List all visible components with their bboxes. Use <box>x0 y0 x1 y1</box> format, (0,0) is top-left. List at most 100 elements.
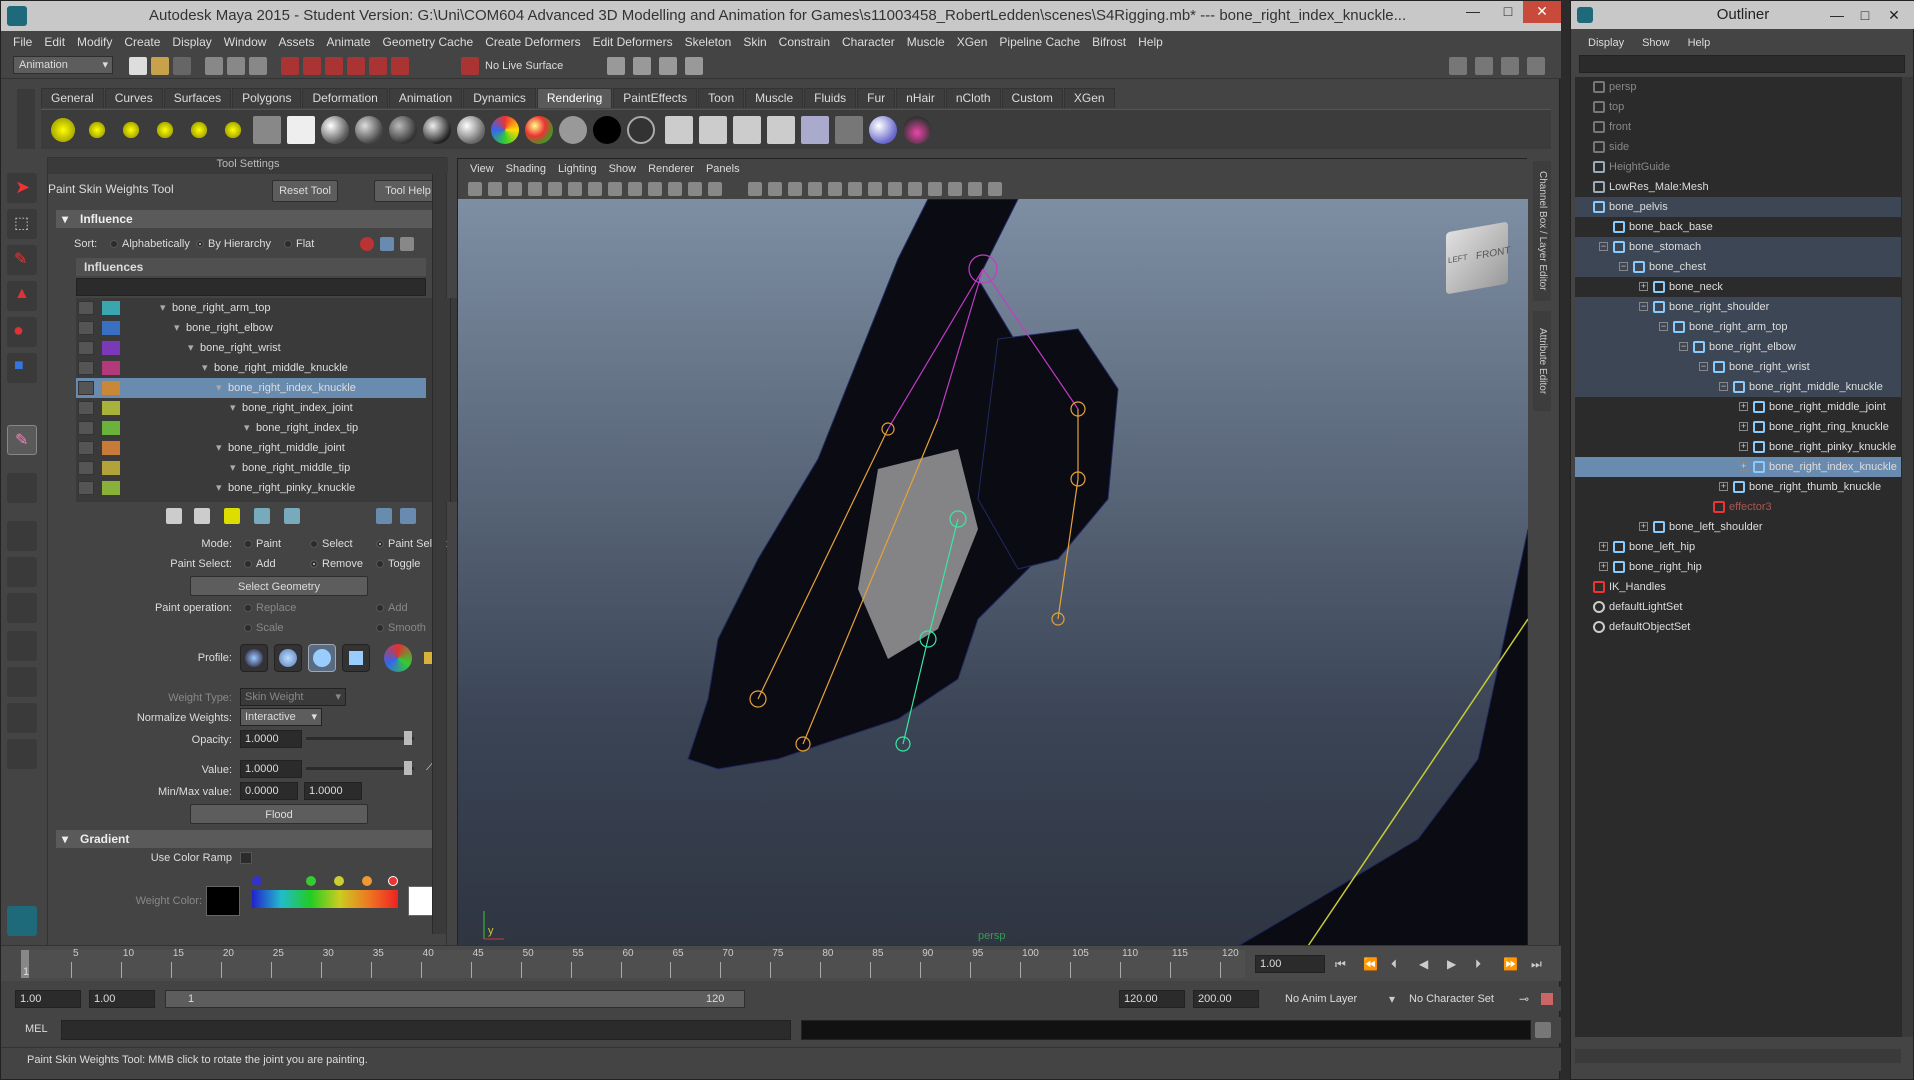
opacity-slider-handle[interactable] <box>404 731 412 745</box>
film-gate-icon[interactable] <box>608 182 622 196</box>
shelf-tab-toon[interactable]: Toon <box>698 88 745 108</box>
lock-icon[interactable] <box>78 421 94 435</box>
solid-brush-icon[interactable] <box>308 644 336 672</box>
lock-icon[interactable] <box>78 441 94 455</box>
shelf-tab-nhair[interactable]: nHair <box>896 88 945 108</box>
max-value-field[interactable]: 1.0000 <box>304 782 362 800</box>
select-camera-icon[interactable] <box>468 182 482 196</box>
show-manipulator-icon[interactable] <box>7 473 37 503</box>
menu-file[interactable]: File <box>7 35 38 49</box>
attribute-editor-tab[interactable]: Attribute Editor <box>1533 311 1551 411</box>
influence-row[interactable]: ▾ bone_right_pinky_knuckle <box>76 478 426 498</box>
influence-row[interactable]: ▾ bone_right_arm_top <box>76 298 426 318</box>
surface-shader-icon[interactable] <box>559 116 587 144</box>
paint-select-tool-icon[interactable]: ✎ <box>7 245 37 275</box>
move-weights-icon[interactable] <box>254 508 270 524</box>
phonge-material-icon[interactable] <box>389 116 417 144</box>
paint-op-replace-radio[interactable]: Replace <box>244 602 296 614</box>
weight-hammer-icon[interactable] <box>224 508 240 524</box>
paint-op-add-radio[interactable]: Add <box>376 602 408 614</box>
expand-icon[interactable]: + <box>1739 462 1748 471</box>
gaussian-brush-icon[interactable] <box>240 644 268 672</box>
reset-influences-icon[interactable] <box>360 237 374 251</box>
expand-icon[interactable]: + <box>1719 482 1728 491</box>
influence-row[interactable]: ▾ bone_right_elbow <box>76 318 426 338</box>
menu-display[interactable]: Display <box>166 35 217 49</box>
paint-select-toggle-radio[interactable]: Toggle <box>376 558 420 570</box>
collapse-icon[interactable]: − <box>1599 242 1608 251</box>
custom-brush-icon[interactable] <box>384 644 412 672</box>
shelf-tab-polygons[interactable]: Polygons <box>232 88 302 108</box>
shelf-tab-painteffects[interactable]: PaintEffects <box>613 88 698 108</box>
persp-outliner-layout-icon[interactable] <box>7 593 37 623</box>
xray-icon[interactable] <box>948 182 962 196</box>
tree-view-icon[interactable] <box>400 508 416 524</box>
menu-modify[interactable]: Modify <box>71 35 118 49</box>
persp-graph-layout-icon[interactable] <box>7 631 37 661</box>
list-view-icon[interactable] <box>376 508 392 524</box>
menu-xgen[interactable]: XGen <box>951 35 994 49</box>
collapse-icon[interactable]: − <box>1639 302 1648 311</box>
influence-list-icon[interactable] <box>380 237 394 251</box>
outliner-item[interactable]: + bone_right_index_knuckle <box>1575 457 1901 477</box>
camera-icon[interactable] <box>253 116 281 144</box>
shelf-tab-rendering[interactable]: Rendering <box>536 88 613 108</box>
textured-icon[interactable] <box>808 182 822 196</box>
viewport-menu-shading[interactable]: Shading <box>500 163 552 175</box>
wireframe-on-shaded-icon[interactable] <box>788 182 802 196</box>
snap-point-icon[interactable] <box>325 57 343 75</box>
outliner-item[interactable]: + bone_left_hip <box>1575 537 1901 557</box>
chevron-down-icon[interactable]: ▾ <box>1389 993 1395 1005</box>
show-influences-icon[interactable] <box>284 508 300 524</box>
paint-select-add-radio[interactable]: Add <box>244 558 276 570</box>
collapse-icon[interactable]: − <box>1699 362 1708 371</box>
outliner-item[interactable]: + bone_right_hip <box>1575 557 1901 577</box>
render-settings-icon[interactable] <box>685 57 703 75</box>
shelf-tab-xgen[interactable]: XGen <box>1063 88 1115 108</box>
layered-shader-icon[interactable] <box>457 116 485 144</box>
menu-help[interactable]: Help <box>1132 35 1169 49</box>
ipr-render-icon[interactable] <box>659 57 677 75</box>
render-settings-shelf-icon[interactable] <box>767 116 795 144</box>
viewport-canvas[interactable]: persp y FRONT LEFT <box>458 199 1528 946</box>
open-scene-icon[interactable] <box>151 57 169 75</box>
start-time-field[interactable]: 1.00 <box>15 990 81 1008</box>
render-view-shelf-icon[interactable] <box>665 116 693 144</box>
collapse-arrow-icon[interactable]: ▾ <box>160 298 166 318</box>
mode-select-radio[interactable]: Select <box>310 538 353 550</box>
lock-icon[interactable] <box>78 481 94 495</box>
bookmark-icon[interactable] <box>508 182 522 196</box>
shelf-tab-curves[interactable]: Curves <box>104 88 163 108</box>
viewport-menu-lighting[interactable]: Lighting <box>552 163 603 175</box>
menu-muscle[interactable]: Muscle <box>901 35 951 49</box>
outliner-close-button[interactable]: ✕ <box>1879 1 1909 29</box>
spot-light-icon[interactable] <box>151 116 179 144</box>
collapse-arrow-icon[interactable]: ▾ <box>216 438 222 458</box>
influence-row[interactable]: ▾ bone_right_index_knuckle <box>76 378 426 398</box>
expand-icon[interactable]: + <box>1739 422 1748 431</box>
auto-key-icon[interactable] <box>1541 993 1553 1005</box>
sort-flat-radio[interactable]: Flat <box>284 238 314 250</box>
sort-alphabetically-radio[interactable]: Alphabetically <box>110 238 190 250</box>
ramp-handle-icon[interactable] <box>252 876 262 886</box>
field-chart-icon[interactable] <box>668 182 682 196</box>
expand-icon[interactable]: + <box>1739 442 1748 451</box>
collapse-arrow-icon[interactable]: ▾ <box>230 398 236 418</box>
area-light-icon[interactable] <box>185 116 213 144</box>
value-slider-handle[interactable] <box>404 761 412 775</box>
ramp-handle-icon[interactable] <box>362 876 372 886</box>
range-slider[interactable]: 1 120 <box>165 990 745 1008</box>
ramp-shader-icon[interactable] <box>491 116 519 144</box>
expand-icon[interactable]: + <box>1639 282 1648 291</box>
select-object-icon[interactable] <box>227 57 245 75</box>
lock-icon[interactable] <box>78 381 94 395</box>
influence-row[interactable]: ▾ bone_right_middle_knuckle <box>76 358 426 378</box>
paint-select-remove-radio[interactable]: Remove <box>310 558 363 570</box>
persp-graph-hypergraph-layout-icon[interactable] <box>7 703 37 733</box>
outliner-item[interactable]: + bone_right_pinky_knuckle <box>1575 437 1901 457</box>
outliner-item[interactable]: − bone_chest <box>1575 257 1901 277</box>
menu-edit[interactable]: Edit <box>38 35 71 49</box>
sort-by-hierarchy-radio[interactable]: By Hierarchy <box>196 238 271 250</box>
grid-icon[interactable] <box>588 182 602 196</box>
step-forward-frame-icon[interactable]: ⏵ <box>1475 958 1481 970</box>
